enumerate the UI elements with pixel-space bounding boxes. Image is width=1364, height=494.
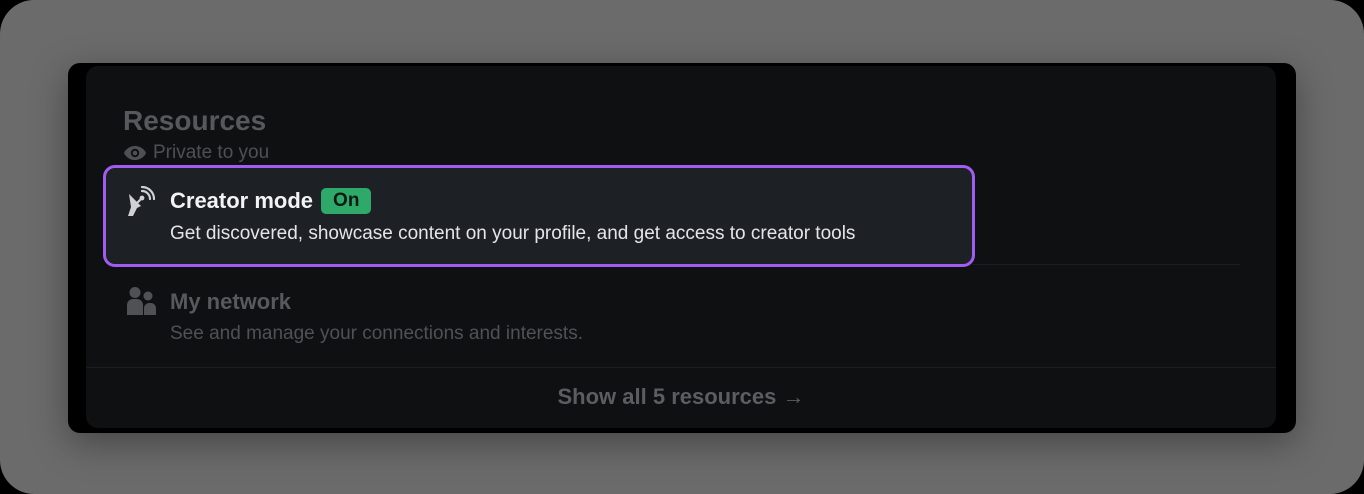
section-title: Resources <box>123 105 267 136</box>
item-divider <box>972 264 1240 265</box>
visibility-label: Private to you <box>153 142 270 163</box>
creator-mode-item[interactable] <box>103 165 975 267</box>
status-badge: On <box>321 188 372 214</box>
my-network-title: My network <box>170 289 292 314</box>
my-network-title-row[interactable]: My network <box>170 289 291 315</box>
people-icon[interactable] <box>126 286 156 316</box>
creator-mode-title: Creator mode <box>170 188 314 213</box>
show-all-resources-link[interactable]: Show all 5 resources → <box>86 368 1276 426</box>
creator-mode-title-row: Creator mode On <box>170 188 372 214</box>
creator-mode-description: Get discovered, showcase content on your… <box>170 223 856 244</box>
visibility-note: Private to you <box>123 142 269 164</box>
broadcast-antenna-icon <box>128 186 155 216</box>
eye-icon <box>124 146 146 160</box>
my-network-description: See and manage your connections and inte… <box>170 323 583 344</box>
